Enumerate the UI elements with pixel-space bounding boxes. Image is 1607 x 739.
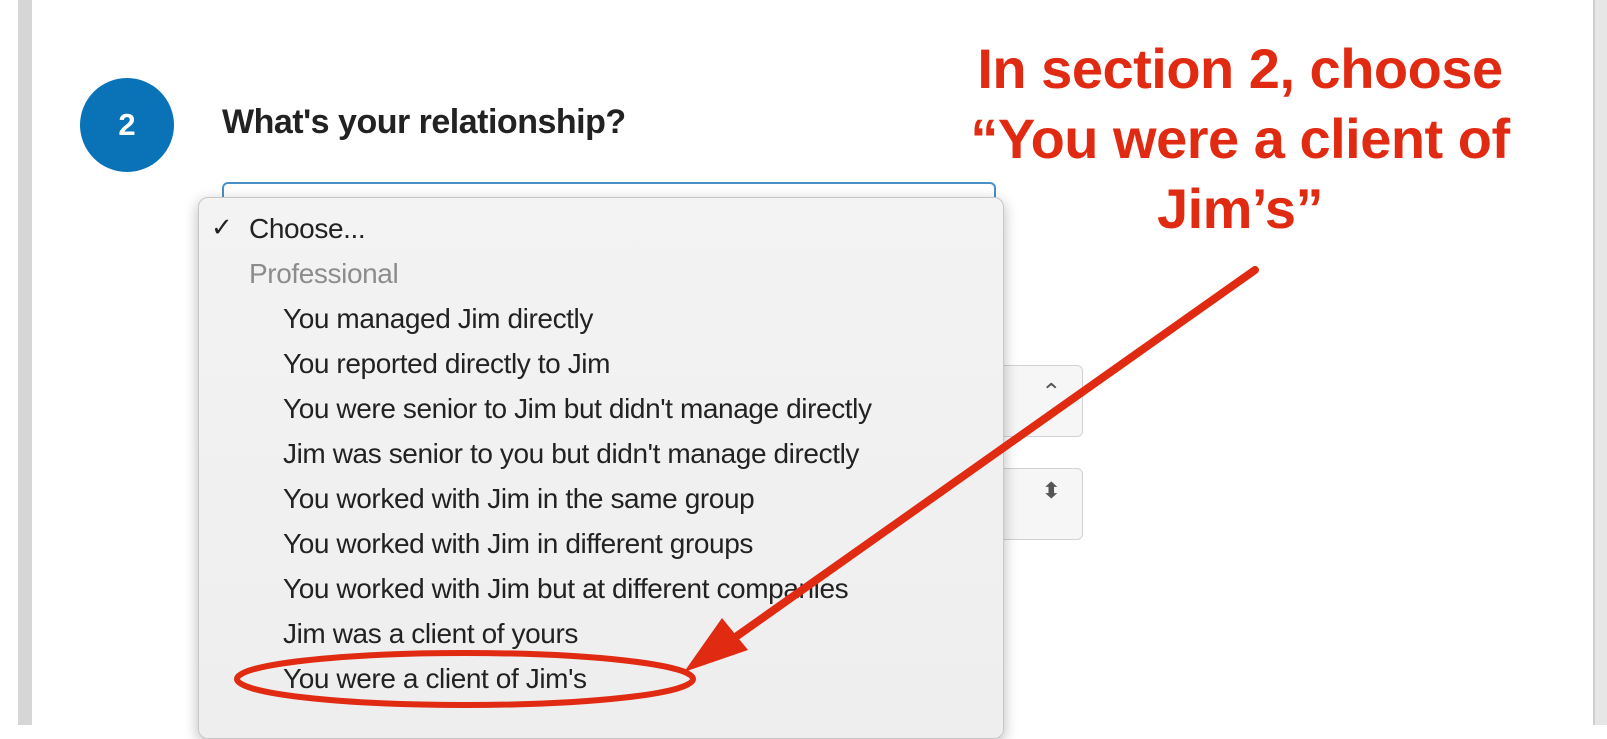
annotation-arrow-shaft — [716, 266, 1259, 652]
annotation-arrow-head — [684, 618, 748, 672]
annotation-highlight-ellipse — [234, 650, 696, 708]
annotation-overlay — [234, 266, 1259, 708]
